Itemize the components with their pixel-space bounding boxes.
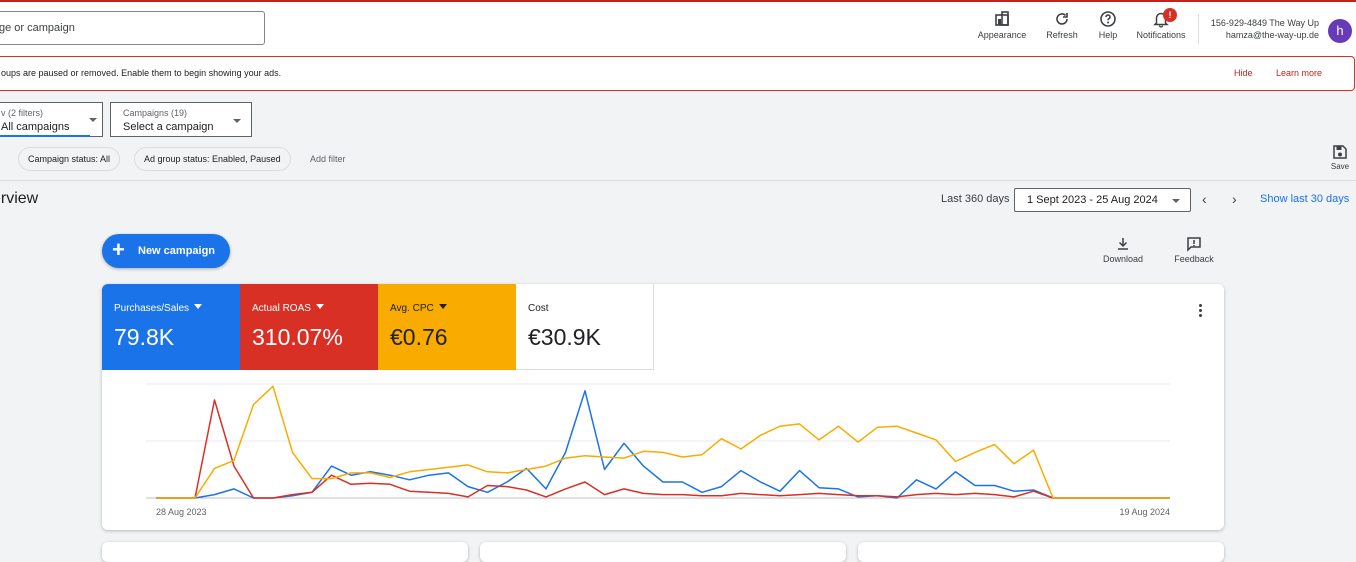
refresh-icon: [1056, 13, 1068, 25]
download-label: Download: [1102, 254, 1144, 264]
view-dropdown-caret-icon: [89, 118, 97, 122]
campaign-selector[interactable]: Campaigns (19) Select a campaign: [110, 102, 252, 137]
date-range-picker[interactable]: 1 Sept 2023 - 25 Aug 2024: [1014, 188, 1191, 212]
bottom-card-1: [102, 542, 468, 562]
metric-purchases-label: Purchases/Sales: [114, 303, 203, 314]
performance-line-chart: 28 Aug 2023 19 Aug 2024: [146, 383, 1170, 517]
campaign-count: Campaigns (19): [123, 108, 188, 118]
learn-more-link[interactable]: Learn more: [1276, 68, 1322, 78]
save-button[interactable]: Save: [1328, 144, 1352, 171]
date-preset-label: Last 360 days: [941, 193, 1010, 205]
show-last-30-days-link[interactable]: Show last 30 days: [1260, 193, 1349, 205]
avatar[interactable]: h: [1328, 19, 1352, 43]
date-range-value: 1 Sept 2023 - 25 Aug 2024: [1027, 194, 1158, 206]
feedback-label: Feedback: [1174, 254, 1214, 264]
more-options-icon[interactable]: [1196, 304, 1204, 319]
appearance-label: Appearance: [977, 30, 1027, 40]
bottom-card-2: [480, 542, 846, 562]
bottom-card-3: [858, 542, 1224, 562]
help-icon: [1100, 11, 1116, 27]
metric-roas-value: 310.07%: [252, 324, 343, 350]
metric-cost[interactable]: Cost €30.9K: [516, 284, 654, 370]
help-label: Help: [1098, 30, 1118, 40]
view-filter-count: v (2 filters): [1, 108, 44, 118]
save-icon: [1333, 145, 1347, 159]
new-campaign-button[interactable]: + New campaign: [102, 234, 230, 268]
help-button[interactable]: Help: [1094, 10, 1122, 40]
search-input[interactable]: [0, 20, 249, 36]
new-campaign-label: New campaign: [138, 245, 216, 257]
metric-avg-cpc-value: €0.76: [390, 324, 448, 350]
account-info[interactable]: 156-929-4849 The Way Up hamza@the-way-up…: [1211, 17, 1319, 41]
metric-cost-label: Cost: [528, 303, 549, 314]
section-divider: [0, 180, 1356, 181]
refresh-label: Refresh: [1046, 30, 1078, 40]
download-button[interactable]: Download: [1100, 236, 1146, 264]
x-axis-end-label: 19 Aug 2024: [1119, 507, 1170, 517]
previous-period-chevron-icon[interactable]: ‹: [1202, 191, 1207, 207]
metric-avg-cpc-label: Avg. CPC: [390, 303, 447, 314]
view-active-underline: [0, 135, 90, 137]
dropdown-caret-icon: [315, 304, 324, 309]
metric-avg-cpc[interactable]: Avg. CPC €0.76: [378, 284, 516, 370]
refresh-button[interactable]: Refresh: [1043, 10, 1081, 40]
metric-roas[interactable]: Actual ROAS 310.07%: [240, 284, 378, 370]
dropdown-caret-icon: [194, 304, 203, 309]
notifications-label: Notifications: [1136, 30, 1186, 40]
view-selected-value: All campaigns: [1, 121, 70, 133]
feedback-icon: [1187, 237, 1201, 252]
metric-roas-label: Actual ROAS: [252, 303, 324, 314]
account-id: 156-929-4849 The Way Up: [1210, 18, 1319, 28]
plus-icon: +: [112, 237, 125, 262]
notification-badge: !: [1163, 8, 1177, 22]
header-bar: Appearance Refresh Help Notifications ! …: [0, 2, 1356, 56]
metric-purchases-value: 79.8K: [114, 324, 175, 350]
campaign-status-chip[interactable]: Campaign status: All: [18, 147, 121, 171]
paused-alert-banner: oups are paused or removed. Enable them …: [0, 56, 1355, 91]
alert-message: oups are paused or removed. Enable them …: [1, 68, 282, 78]
series-line-1: [156, 399, 1170, 499]
series-line-0: [156, 390, 1170, 499]
feedback-button[interactable]: Feedback: [1171, 236, 1217, 264]
save-label: Save: [1330, 162, 1350, 171]
campaign-selected-value: Select a campaign: [123, 121, 214, 133]
date-range-caret-icon: [1172, 199, 1180, 203]
notifications-button[interactable]: Notifications: [1132, 10, 1190, 40]
hide-link[interactable]: Hide: [1234, 68, 1253, 78]
x-axis-start-label: 28 Aug 2023: [156, 507, 207, 517]
page-title: erview: [0, 190, 39, 207]
download-icon: [1118, 238, 1128, 250]
next-period-chevron-icon[interactable]: ›: [1232, 191, 1237, 207]
search-box[interactable]: [0, 11, 265, 45]
campaign-dropdown-caret-icon: [233, 119, 241, 123]
add-filter-button[interactable]: Add filter: [310, 154, 346, 164]
metric-cost-value: €30.9K: [528, 324, 601, 350]
dropdown-caret-icon: [438, 304, 447, 309]
view-selector[interactable]: v (2 filters) All campaigns: [0, 102, 103, 137]
ad-group-status-chip[interactable]: Ad group status: Enabled, Paused: [134, 147, 291, 171]
metric-purchases[interactable]: Purchases/Sales 79.8K: [102, 284, 240, 370]
header-divider: [1198, 14, 1199, 44]
performance-card: Purchases/Sales 79.8K Actual ROAS 310.07…: [102, 284, 1224, 530]
appearance-button[interactable]: Appearance: [975, 10, 1029, 40]
appearance-icon: [995, 11, 1009, 26]
account-email: hamza@the-way-up.de: [1225, 30, 1319, 40]
